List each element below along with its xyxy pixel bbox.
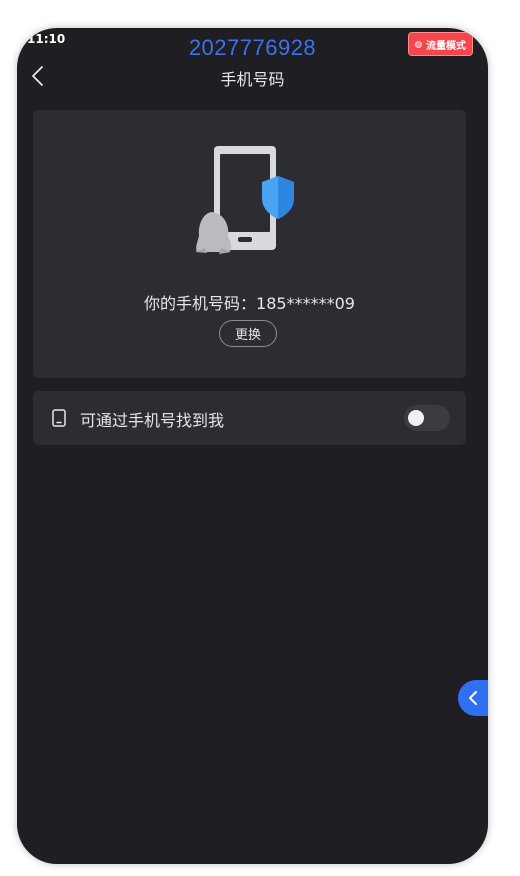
page-title: 手机号码 [220, 70, 285, 89]
change-number-button[interactable]: 更换 [219, 320, 277, 347]
badge-dot-icon [415, 40, 422, 48]
mode-badge-label: 流量模式 [426, 40, 466, 52]
find-me-toggle[interactable] [404, 405, 450, 431]
phone-screen: 11:10 2027776928 流量模式 手机号码 你的手机号码：185***… [17, 28, 488, 864]
smartphone-icon [52, 409, 66, 427]
toggle-knob [408, 410, 424, 426]
find-me-label: 可通过手机号找到我 [80, 411, 225, 430]
phone-number-text: 你的手机号码：185******09 [144, 294, 355, 313]
phone-shield-penguin-illustration [195, 146, 294, 254]
phone-number-card: 你的手机号码：185******09 更换 [33, 110, 466, 378]
floating-side-tab[interactable] [458, 680, 488, 716]
chevron-left-icon [469, 691, 477, 705]
find-me-by-phone-row: 可通过手机号找到我 [33, 391, 466, 445]
mode-badge: 流量模式 [408, 32, 473, 56]
